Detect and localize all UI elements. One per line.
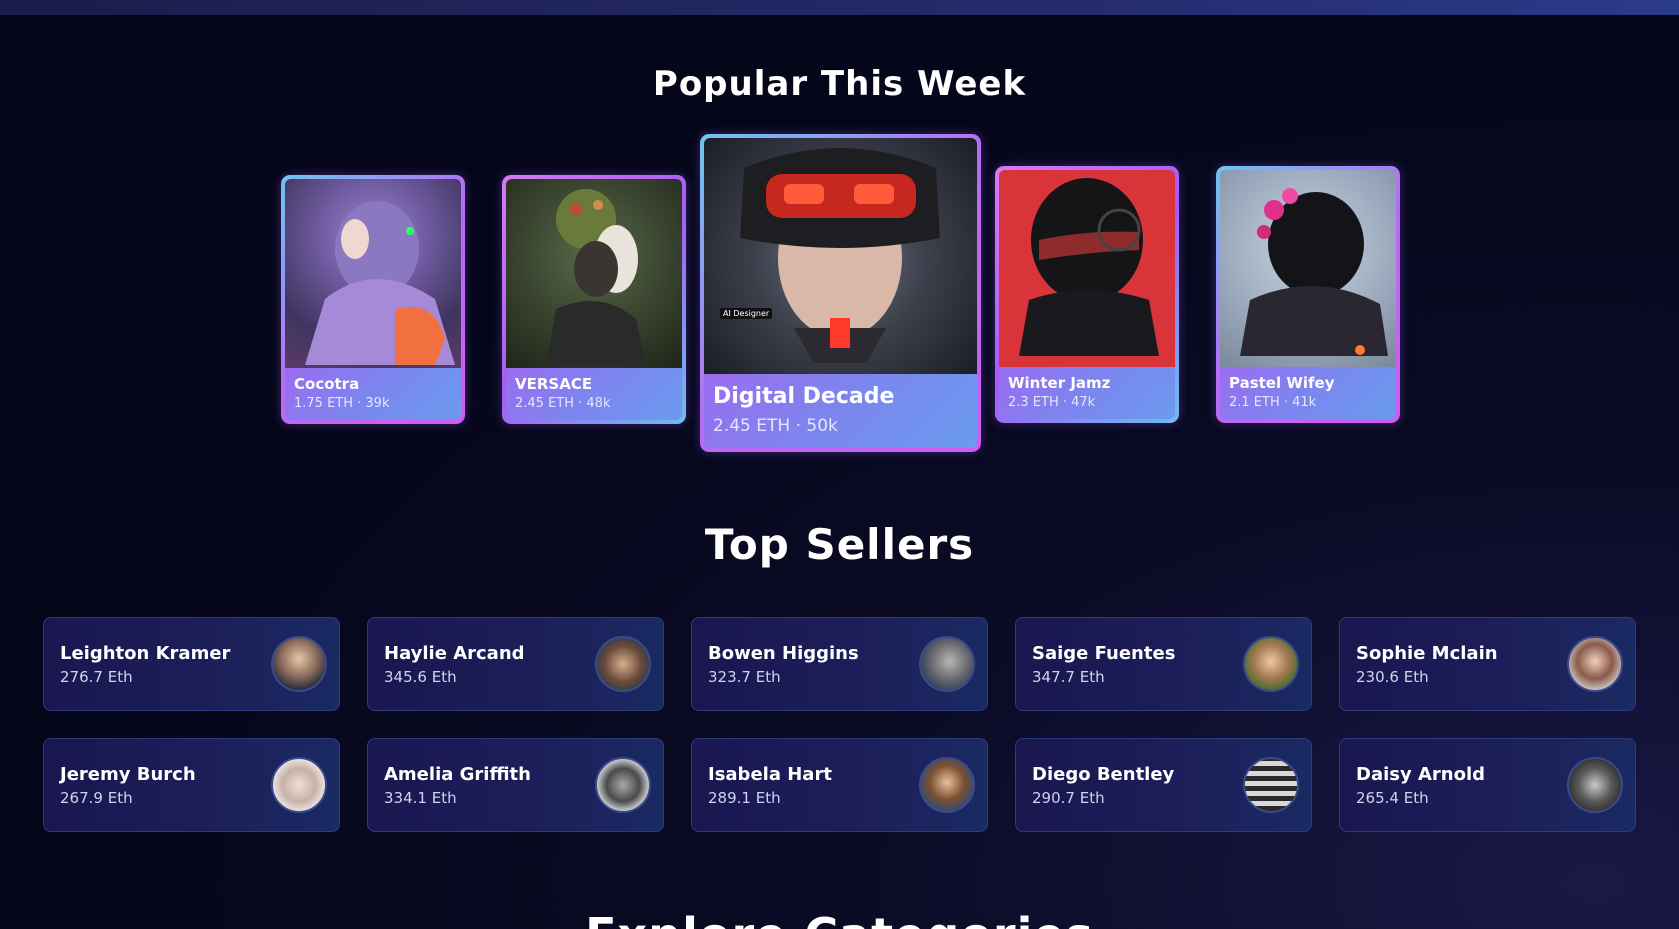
nft-price-likes: 2.3 ETH · 47k xyxy=(1008,395,1096,411)
top-bar xyxy=(0,0,1679,15)
nft-name: Digital Decade xyxy=(713,384,895,410)
seller-name: Jeremy Burch xyxy=(60,763,196,785)
nft-card-versace[interactable]: VERSACE 2.45 ETH · 48k xyxy=(502,175,686,424)
seller-name: Haylie Arcand xyxy=(384,642,525,664)
nft-card-cocotra[interactable]: Cocotra 1.75 ETH · 39k xyxy=(281,175,465,424)
nft-artwork-image xyxy=(999,170,1175,368)
nft-card-digital-decade[interactable]: AI Designer Digital Decade 2.45 ETH · 50… xyxy=(700,134,981,452)
avatar xyxy=(1243,636,1299,692)
popular-section-title: Popular This Week xyxy=(652,64,1027,104)
nft-artwork-image xyxy=(285,179,461,369)
avatar xyxy=(919,636,975,692)
avatar xyxy=(271,636,327,692)
nft-name: Winter Jamz xyxy=(1008,374,1111,393)
avatar xyxy=(1567,757,1623,813)
top-sellers-title: Top Sellers xyxy=(704,520,975,569)
seller-volume: 276.7 Eth xyxy=(60,667,133,686)
nft-name: VERSACE xyxy=(515,375,593,394)
seller-card[interactable]: Sophie Mclain 230.6 Eth xyxy=(1339,617,1636,711)
nft-artwork-image xyxy=(506,179,682,369)
seller-card[interactable]: Amelia Griffith 334.1 Eth xyxy=(367,738,664,832)
seller-name: Saige Fuentes xyxy=(1032,642,1176,664)
seller-name: Leighton Kramer xyxy=(60,642,231,664)
avatar xyxy=(595,636,651,692)
seller-volume: 265.4 Eth xyxy=(1356,788,1429,807)
avatar xyxy=(1567,636,1623,692)
avatar xyxy=(919,757,975,813)
nft-artwork-image: AI Designer xyxy=(704,138,977,375)
seller-volume: 334.1 Eth xyxy=(384,788,457,807)
seller-volume: 323.7 Eth xyxy=(708,667,781,686)
ai-designer-badge: AI Designer xyxy=(720,308,773,319)
seller-volume: 290.7 Eth xyxy=(1032,788,1105,807)
seller-volume: 347.7 Eth xyxy=(1032,667,1105,686)
seller-card[interactable]: Haylie Arcand 345.6 Eth xyxy=(367,617,664,711)
nft-card-pastel-wifey[interactable]: Pastel Wifey 2.1 ETH · 41k xyxy=(1216,166,1400,423)
seller-card[interactable]: Diego Bentley 290.7 Eth xyxy=(1015,738,1312,832)
seller-name: Amelia Griffith xyxy=(384,763,531,785)
nft-price-likes: 2.1 ETH · 41k xyxy=(1229,395,1317,411)
avatar xyxy=(595,757,651,813)
seller-card[interactable]: Daisy Arnold 265.4 Eth xyxy=(1339,738,1636,832)
nft-name: Cocotra xyxy=(294,375,360,394)
seller-volume: 289.1 Eth xyxy=(708,788,781,807)
seller-name: Diego Bentley xyxy=(1032,763,1175,785)
seller-card[interactable]: Leighton Kramer 276.7 Eth xyxy=(43,617,340,711)
nft-name: Pastel Wifey xyxy=(1229,374,1335,393)
seller-card[interactable]: Saige Fuentes 347.7 Eth xyxy=(1015,617,1312,711)
seller-card[interactable]: Jeremy Burch 267.9 Eth xyxy=(43,738,340,832)
seller-name: Bowen Higgins xyxy=(708,642,859,664)
nft-price-likes: 2.45 ETH · 50k xyxy=(713,415,838,436)
seller-name: Sophie Mclain xyxy=(1356,642,1498,664)
seller-card[interactable]: Bowen Higgins 323.7 Eth xyxy=(691,617,988,711)
seller-volume: 345.6 Eth xyxy=(384,667,457,686)
seller-volume: 267.9 Eth xyxy=(60,788,133,807)
explore-section-title: Explore Categories xyxy=(0,908,1679,929)
avatar xyxy=(1243,757,1299,813)
seller-name: Isabela Hart xyxy=(708,763,832,785)
nft-card-winter-jamz[interactable]: Winter Jamz 2.3 ETH · 47k xyxy=(995,166,1179,423)
nft-price-likes: 1.75 ETH · 39k xyxy=(294,396,390,412)
nft-artwork-image xyxy=(1220,170,1396,368)
avatar xyxy=(271,757,327,813)
seller-volume: 230.6 Eth xyxy=(1356,667,1429,686)
seller-name: Daisy Arnold xyxy=(1356,763,1486,785)
nft-price-likes: 2.45 ETH · 48k xyxy=(515,396,611,412)
seller-card[interactable]: Isabela Hart 289.1 Eth xyxy=(691,738,988,832)
